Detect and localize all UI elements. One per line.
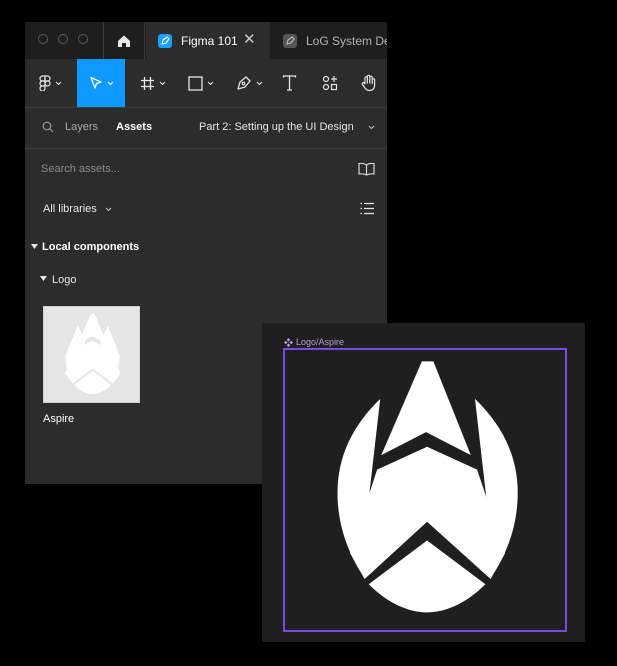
search-assets-input[interactable] [41,159,321,179]
canvas-preview: Logo/Aspire [262,323,585,642]
file-icon [158,33,172,48]
library-book-icon[interactable] [358,162,375,176]
tab-label: LoG System De [306,33,387,48]
zoom-window-button[interactable] [78,34,88,44]
text-icon [282,75,296,91]
search-icon[interactable] [42,121,54,133]
component-name: Aspire [43,413,75,425]
chevron-down-icon [55,81,61,85]
frame-icon [141,76,154,90]
page-selector[interactable]: Part 2: Setting up the UI Design [199,121,354,133]
panel-header: Layers Assets Part 2: Setting up the UI … [25,108,387,149]
aspire-logo-icon [337,360,518,612]
group-title: Logo [52,274,77,286]
frame-label-text: Logo/Aspire [296,337,345,347]
logo-group-header[interactable]: Logo [25,268,387,292]
hand-tool-button[interactable] [355,59,383,107]
asset-search [25,149,387,189]
close-window-button[interactable] [38,34,48,44]
section-title: Local components [42,241,140,253]
chevron-down-icon [207,81,214,85]
pen-tool-button[interactable] [229,59,269,107]
frame-tool-button[interactable] [133,59,173,107]
hand-icon [361,74,376,92]
figma-logo-icon [38,75,51,91]
component-icon [284,337,293,347]
home-button[interactable] [103,22,145,59]
chevron-down-icon [105,207,112,212]
chevron-down-icon [368,125,375,130]
frame-label[interactable]: Logo/Aspire [284,337,344,347]
logo-frame[interactable] [283,348,567,632]
file-icon [283,33,297,48]
chevron-down-icon [159,81,166,85]
text-tool-button[interactable] [275,59,303,107]
tab-assets[interactable]: Assets [116,121,152,133]
minimize-window-button[interactable] [58,34,68,44]
resources-button[interactable] [315,59,345,107]
close-tab-icon[interactable]: ✕ [243,32,256,48]
list-view-icon[interactable] [360,202,374,215]
rectangle-icon [188,75,203,91]
main-menu-button[interactable] [30,59,70,107]
cursor-icon [89,76,102,89]
title-bar: Figma 101 ✕ LoG System De [25,22,387,59]
library-dropdown[interactable]: All libraries [43,203,97,215]
tab-log-system[interactable]: LoG System De [271,22,387,59]
local-components-header[interactable]: Local components [25,234,387,262]
chevron-down-icon [107,81,113,85]
home-icon [118,35,130,47]
library-filter-row: All libraries [25,189,387,229]
tab-layers[interactable]: Layers [65,121,98,133]
move-tool-button[interactable] [77,59,125,107]
caret-down-icon [31,244,38,249]
pen-icon [236,76,251,90]
caret-down-icon [40,276,47,281]
components-icon [322,75,338,91]
toolbar [25,59,387,108]
aspire-logo-icon [64,313,121,394]
component-thumbnail[interactable] [43,306,140,403]
shape-tool-button[interactable] [181,59,221,107]
chevron-down-icon [256,81,262,85]
tab-label: Figma 101 [181,33,238,48]
